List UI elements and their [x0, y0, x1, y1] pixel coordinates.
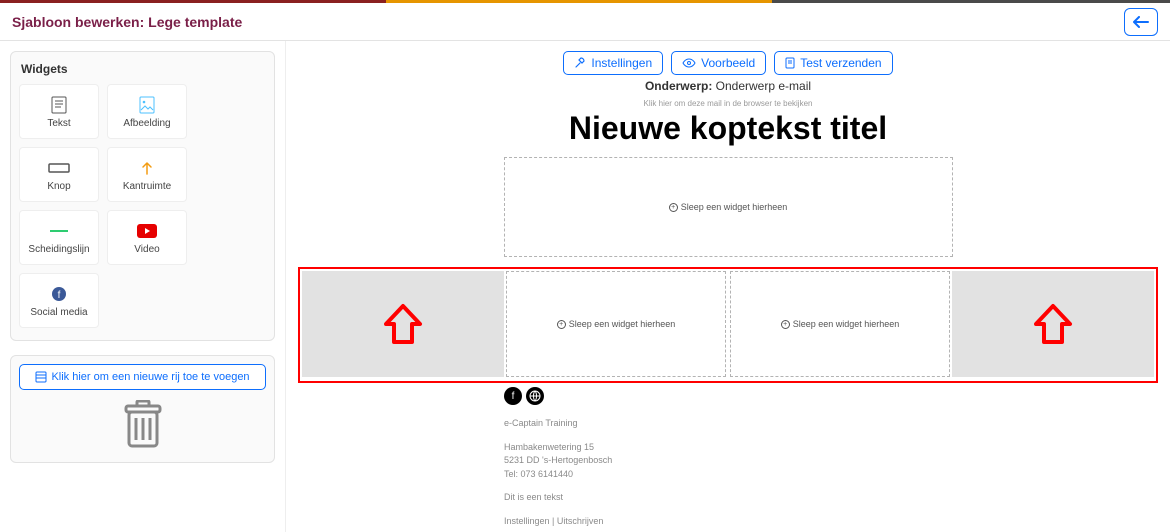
plus-icon: +	[781, 320, 790, 329]
widget-label: Tekst	[47, 118, 70, 129]
settings-button[interactable]: Instellingen	[563, 51, 663, 75]
widget-social[interactable]: f Social media	[19, 273, 99, 328]
send-test-label: Test verzenden	[800, 56, 881, 70]
trash-icon[interactable]	[121, 400, 165, 450]
add-row-button[interactable]: Klik hier om een nieuwe rij toe te voege…	[19, 364, 266, 390]
widget-grid: Tekst Afbeelding Knop Kantruimte Scheidi	[19, 84, 266, 328]
drop-hint: Sleep een widget hierheen	[793, 319, 900, 329]
subject-value[interactable]: Onderwerp e-mail	[716, 79, 811, 93]
widget-label: Social media	[30, 307, 87, 318]
widget-margin[interactable]: Kantruimte	[107, 147, 187, 202]
email-heading[interactable]: Nieuwe koptekst titel	[298, 110, 1158, 147]
arrow-up-icon	[380, 302, 426, 346]
wrench-icon	[574, 57, 586, 69]
plus-icon: +	[669, 203, 678, 212]
footer-links[interactable]: Instellingen | Uitschrijven	[504, 515, 1158, 529]
send-test-button[interactable]: Test verzenden	[774, 51, 892, 75]
plus-icon: +	[557, 320, 566, 329]
widget-button[interactable]: Knop	[19, 147, 99, 202]
drop-hint: Sleep een widget hierheen	[569, 319, 676, 329]
widget-label: Kantruimte	[123, 181, 171, 192]
widget-video[interactable]: Video	[107, 210, 187, 265]
drop-zone-row-1[interactable]: + Sleep een widget hierheen	[504, 157, 953, 257]
svg-text:f: f	[58, 290, 61, 301]
view-in-browser-link[interactable]: Klik hier om deze mail in de browser te …	[298, 99, 1158, 108]
editor-canvas: Instellingen Voorbeeld Test verzenden On…	[286, 41, 1170, 532]
divider-icon	[49, 221, 69, 241]
subject-label: Onderwerp:	[645, 79, 712, 93]
widget-label: Knop	[47, 181, 70, 192]
footer-addr2: 5231 DD 's-Hertogenbosch	[504, 454, 1158, 468]
arrow-left-icon	[1133, 16, 1149, 28]
footer-addr1: Hambakenwetering 15	[504, 441, 1158, 455]
canvas-toolbar: Instellingen Voorbeeld Test verzenden	[298, 51, 1158, 75]
widgets-panel: Widgets Tekst Afbeelding Knop Kantruimte	[10, 51, 275, 341]
image-placeholder-left[interactable]	[302, 271, 504, 377]
row-4col-highlighted[interactable]: + Sleep een widget hierheen + Sleep een …	[298, 267, 1158, 383]
widget-text[interactable]: Tekst	[19, 84, 99, 139]
image-placeholder-right[interactable]	[952, 271, 1154, 377]
text-icon	[51, 95, 67, 115]
eye-icon	[682, 58, 696, 68]
margin-icon	[139, 158, 155, 178]
widgets-panel-title: Widgets	[19, 60, 266, 78]
globe-icon[interactable]	[526, 387, 544, 405]
sidebar: Widgets Tekst Afbeelding Knop Kantruimte	[0, 41, 286, 532]
settings-label: Instellingen	[591, 56, 652, 70]
video-icon	[137, 221, 157, 241]
add-row-label: Klik hier om een nieuwe rij toe te voege…	[51, 371, 249, 383]
facebook-icon[interactable]: f	[504, 387, 522, 405]
image-icon	[139, 95, 155, 115]
footer-tel: Tel: 073 6141440	[504, 468, 1158, 482]
widget-label: Afbeelding	[123, 118, 170, 129]
footer-text: e-Captain Training Hambakenwetering 15 5…	[504, 417, 1158, 528]
document-icon	[785, 57, 795, 69]
widget-image[interactable]: Afbeelding	[107, 84, 187, 139]
drop-hint: Sleep een widget hierheen	[681, 202, 788, 212]
preview-label: Voorbeeld	[701, 56, 755, 70]
preview-button[interactable]: Voorbeeld	[671, 51, 766, 75]
drop-zone-col-3[interactable]: + Sleep een widget hierheen	[730, 271, 950, 377]
arrow-up-icon	[1030, 302, 1076, 346]
subject-line: Onderwerp: Onderwerp e-mail	[298, 79, 1158, 93]
row-tools-panel: Klik hier om een nieuwe rij toe te voege…	[10, 355, 275, 463]
page-header: Sjabloon bewerken: Lege template	[0, 3, 1170, 41]
footer-org: e-Captain Training	[504, 417, 1158, 431]
social-icon: f	[51, 284, 67, 304]
button-icon	[48, 158, 70, 178]
widget-label: Video	[134, 244, 159, 255]
page-title: Sjabloon bewerken: Lege template	[12, 14, 242, 30]
drop-zone-col-2[interactable]: + Sleep een widget hierheen	[506, 271, 726, 377]
widget-divider[interactable]: Scheidingslijn	[19, 210, 99, 265]
footer-note: Dit is een tekst	[504, 491, 1158, 505]
social-row: f	[504, 387, 1158, 405]
widget-label: Scheidingslijn	[28, 244, 89, 255]
add-row-icon	[35, 371, 47, 383]
back-button[interactable]	[1124, 8, 1158, 36]
